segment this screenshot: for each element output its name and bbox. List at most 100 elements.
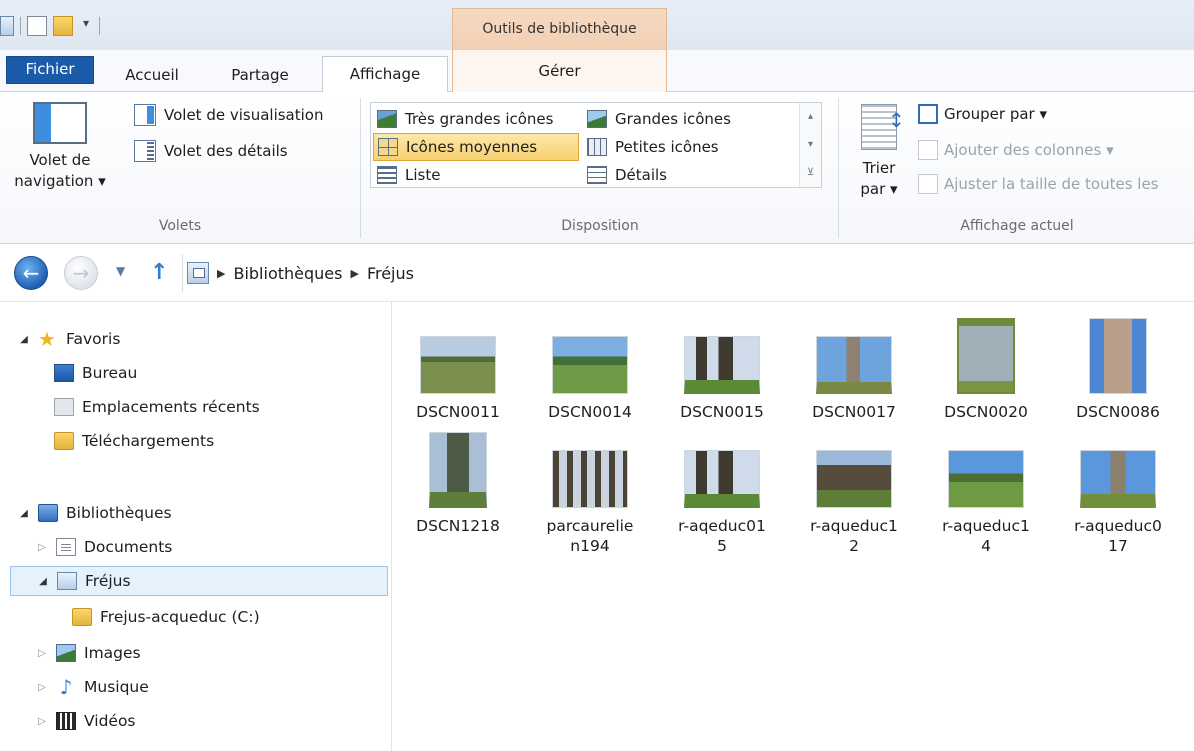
file-item[interactable]: DSCN0017 [789,318,919,422]
layout-label: Petites icônes [615,138,719,156]
file-name: DSCN0011 [416,403,500,421]
file-item[interactable]: DSCN0015 [657,318,787,422]
tab-fichier[interactable]: Fichier [6,56,94,84]
nav-item-favoris[interactable]: ◢ ★ Favoris [18,324,120,354]
nav-item-musique[interactable]: ▷ ♪ Musique [36,672,149,702]
properties-icon[interactable] [0,16,14,36]
qat-separator [20,17,21,35]
tab-affichage[interactable]: Affichage [322,56,448,93]
layout-medium-icons[interactable]: Icônes moyennes [373,133,579,161]
expand-arrow-icon[interactable]: ◢ [37,576,49,587]
back-button[interactable]: ← [14,256,48,290]
ribbon: Volet de navigation ▾ Volet de visualisa… [0,92,1194,244]
nav-label: Téléchargements [82,432,215,450]
layout-small-icons[interactable]: Petites icônes [583,133,795,161]
breadcrumb-bibliotheques[interactable]: Bibliothèques [233,264,342,283]
image-thumbnail [816,450,892,508]
up-arrow-icon[interactable]: ↑ [150,260,168,285]
image-thumbnail [684,450,760,508]
nav-item-recents[interactable]: Emplacements récents [54,392,260,422]
sort-label-1: Trier [862,159,896,177]
breadcrumb-frejus[interactable]: Fréjus [367,264,414,283]
gallery-scroll-up-icon[interactable]: ▴ [800,103,821,131]
breadcrumb-chevron-icon[interactable]: ▶ [350,267,358,280]
layout-list[interactable]: Liste [373,161,579,189]
gallery-expand-icon[interactable]: ⊻ [800,159,821,187]
context-tab-library-tools: Outils de bibliothèque [452,8,667,50]
nav-item-images[interactable]: ▷ Images [36,638,141,668]
new-folder-icon[interactable] [53,16,73,36]
nav-item-telechargements[interactable]: Téléchargements [54,426,214,456]
image-thumbnail [948,450,1024,508]
new-document-icon[interactable] [27,16,47,36]
image-thumbnail [1089,318,1147,394]
file-item[interactable]: DSCN0011 [393,318,523,422]
desktop-icon [54,364,74,382]
layout-extra-large-icons[interactable]: Très grandes icônes [373,105,579,133]
recent-locations-dropdown-icon[interactable]: ▼ [116,264,125,278]
size-columns-button[interactable]: Ajuster la taille de toutes les [918,174,1158,194]
file-list: DSCN0011 DSCN0014 DSCN0015 DSCN0017 DSCN… [393,302,1194,751]
group-label-affichage-actuel: Affichage actuel [960,218,1074,234]
nav-item-documents[interactable]: ▷ Documents [36,532,172,562]
address-bar: ← → ▼ ↑ ▶ Bibliothèques ▶ Fréjus [0,244,1194,302]
nav-item-frejus[interactable]: ◢ Fréjus [10,566,388,596]
details-pane-icon [134,140,156,162]
ribbon-tabs: Fichier Accueil Partage Affichage Gérer [0,50,1194,93]
customize-qat-icon[interactable]: ▾ [79,16,93,36]
nav-label: Musique [84,678,149,696]
collapsed-arrow-icon[interactable]: ▷ [36,716,48,727]
nav-label: Vidéos [84,712,136,730]
recent-places-icon [54,398,74,416]
file-item[interactable]: DSCN0086 [1053,318,1183,422]
file-item[interactable]: r-aqueduc0 17 [1053,432,1183,556]
collapsed-arrow-icon[interactable]: ▷ [36,542,48,553]
layout-details[interactable]: Détails [583,161,795,189]
sort-arrow-icon: ↕ [888,108,905,132]
breadcrumb-chevron-icon[interactable]: ▶ [217,267,225,280]
file-item[interactable]: r-aqueduc1 2 [789,432,919,556]
file-item[interactable]: parcaurelie n194 [525,432,655,556]
tab-accueil[interactable]: Accueil [114,58,190,92]
extra-large-icons-icon [377,110,397,128]
navigation-pane-label-2: navigation ▾ [14,172,106,190]
file-name: DSCN1218 [416,517,500,535]
forward-arrow-icon: → [72,261,90,285]
collapsed-arrow-icon[interactable]: ▷ [36,682,48,693]
tab-partage[interactable]: Partage [220,58,300,92]
group-by-label: Grouper par ▾ [944,105,1048,123]
libraries-icon [38,504,58,522]
preview-pane-button[interactable]: Volet de visualisation [134,104,323,126]
nav-item-bureau[interactable]: Bureau [54,358,137,388]
add-columns-icon [918,140,938,160]
nav-label: Fréjus [85,572,131,590]
details-pane-button[interactable]: Volet des détails [134,140,288,162]
nav-item-bibliotheques[interactable]: ◢ Bibliothèques [18,498,172,528]
nav-item-frejus-folder[interactable]: Frejus-acqueduc (C:) [72,602,260,632]
collapsed-arrow-icon[interactable]: ▷ [36,648,48,659]
file-item[interactable]: r-aqueduc1 4 [921,432,1051,556]
add-columns-button[interactable]: Ajouter des colonnes ▾ [918,140,1114,160]
nav-label: Documents [84,538,173,556]
tab-gerer[interactable]: Gérer [452,50,667,92]
file-item[interactable]: DSCN1218 [393,432,523,536]
file-item[interactable]: DSCN0020 [921,318,1051,422]
expand-arrow-icon[interactable]: ◢ [18,508,30,519]
sort-label-2: par ▾ [860,180,898,198]
preview-pane-label: Volet de visualisation [164,106,324,124]
layout-label: Détails [615,166,668,184]
gallery-scrollbar[interactable]: ▴ ▾ ⊻ [799,103,821,187]
gallery-scroll-down-icon[interactable]: ▾ [800,131,821,159]
file-name: r-aqueduc1 4 [942,517,1030,555]
address-field[interactable]: ▶ Bibliothèques ▶ Fréjus [182,254,1194,292]
medium-icons-icon [378,138,398,156]
group-by-button[interactable]: Grouper par ▾ [918,104,1047,124]
nav-item-videos[interactable]: ▷ Vidéos [36,706,136,736]
navigation-pane-button[interactable]: Volet de navigation ▾ [4,102,116,212]
forward-button[interactable]: → [64,256,98,290]
layout-large-icons[interactable]: Grandes icônes [583,105,795,133]
layout-label: Très grandes icônes [405,110,554,128]
file-item[interactable]: r-aqeduc01 5 [657,432,787,556]
file-item[interactable]: DSCN0014 [525,318,655,422]
expand-arrow-icon[interactable]: ◢ [18,334,30,345]
